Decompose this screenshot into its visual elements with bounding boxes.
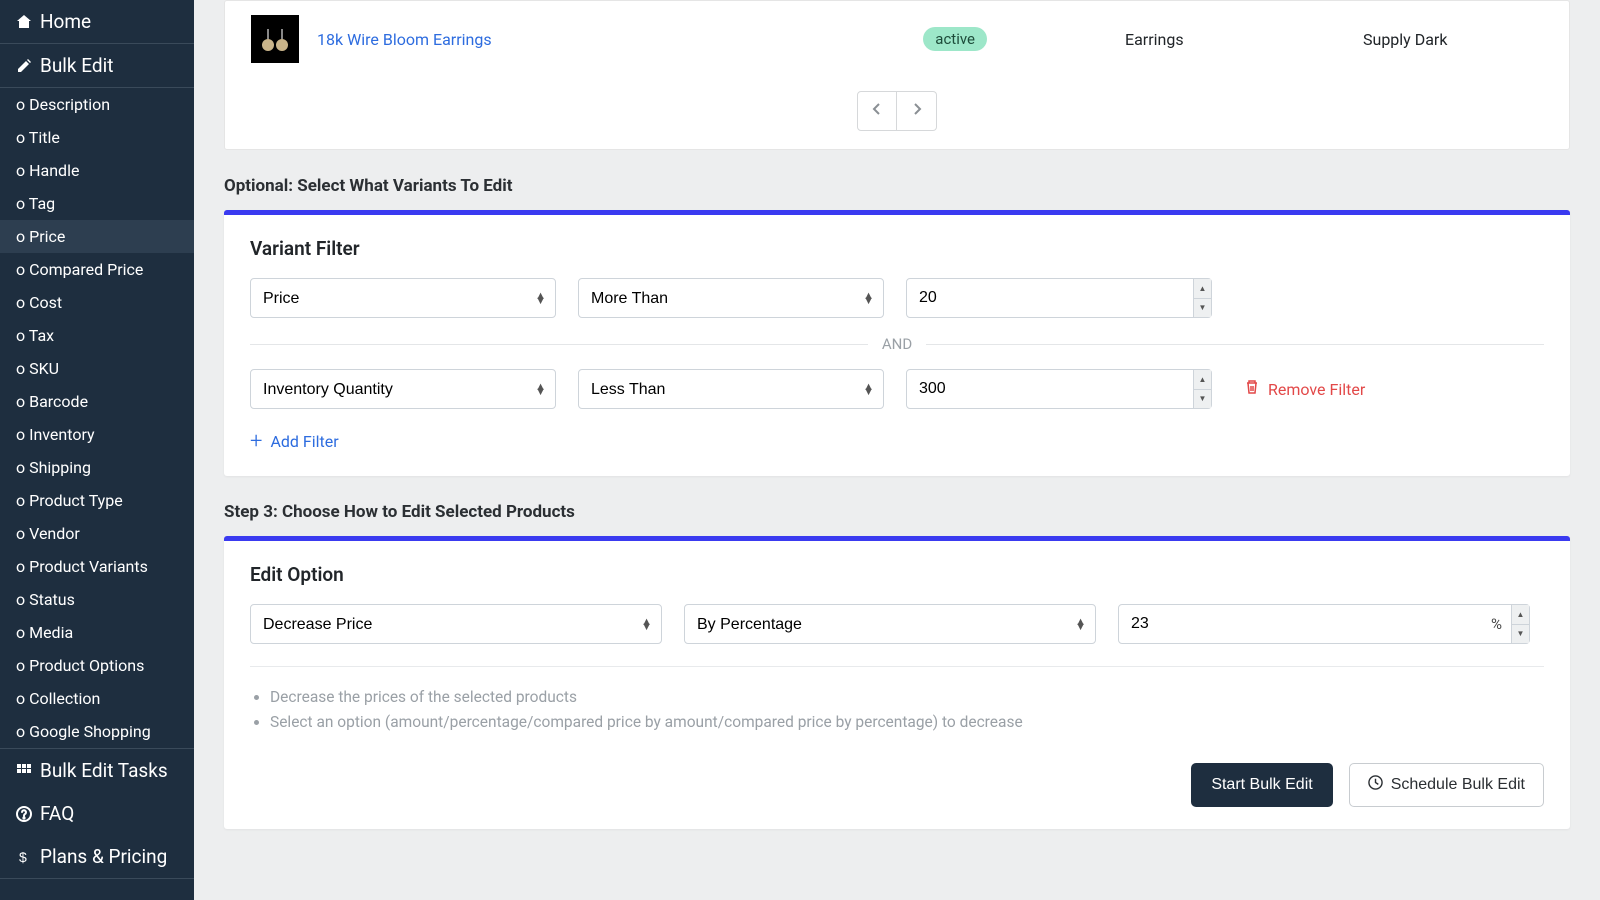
- edit-mode-select[interactable]: By Percentage: [684, 604, 1096, 644]
- product-thumbnail: [251, 15, 299, 63]
- sidebar-item-cost[interactable]: Cost: [0, 286, 194, 319]
- step-down-icon[interactable]: ▼: [1512, 625, 1529, 644]
- filter-field-select-0[interactable]: Price: [250, 278, 556, 318]
- sidebar-item-google-shopping[interactable]: Google Shopping: [0, 715, 194, 748]
- edit-row: Decrease Price ▲▼ By Percentage ▲▼ % ▲▼: [250, 604, 1544, 644]
- product-row: 18k Wire Bloom Earrings active Earrings …: [225, 1, 1569, 77]
- sidebar-item-price[interactable]: Price: [0, 220, 194, 253]
- product-title-link[interactable]: 18k Wire Bloom Earrings: [317, 30, 905, 49]
- edit-option-heading: Edit Option: [250, 563, 1544, 586]
- nav-bulk-edit-tasks-label: Bulk Edit Tasks: [40, 759, 168, 782]
- divider: [250, 666, 1544, 667]
- sidebar: Home Bulk Edit DescriptionTitleHandleTag…: [0, 0, 194, 900]
- number-stepper[interactable]: ▲▼: [1193, 279, 1211, 317]
- sidebar-item-media[interactable]: Media: [0, 616, 194, 649]
- product-card: 18k Wire Bloom Earrings active Earrings …: [224, 0, 1570, 150]
- sidebar-item-product-type[interactable]: Product Type: [0, 484, 194, 517]
- nav-home-label: Home: [40, 10, 91, 33]
- nav-bulk-edit[interactable]: Bulk Edit: [0, 43, 194, 88]
- add-filter-label: Add Filter: [270, 432, 338, 451]
- step-up-icon[interactable]: ▲: [1194, 279, 1211, 299]
- filter-row-0: Price ▲▼ More Than ▲▼ ▲▼: [250, 278, 1544, 318]
- action-bar: Start Bulk Edit Schedule Bulk Edit: [250, 763, 1544, 807]
- question-icon: [16, 806, 32, 822]
- chevron-right-icon: [912, 102, 922, 116]
- nav-home[interactable]: Home: [0, 0, 194, 43]
- sidebar-item-product-variants[interactable]: Product Variants: [0, 550, 194, 583]
- sidebar-item-tag[interactable]: Tag: [0, 187, 194, 220]
- filter-row-1: Inventory Quantity ▲▼ Less Than ▲▼ ▲▼ Re…: [250, 369, 1544, 409]
- filter-field-select-1[interactable]: Inventory Quantity: [250, 369, 556, 409]
- and-divider: AND: [250, 334, 1544, 353]
- home-icon: [16, 14, 32, 30]
- sidebar-item-sku[interactable]: SKU: [0, 352, 194, 385]
- note-item: Select an option (amount/percentage/comp…: [270, 710, 1544, 735]
- step3-label: Step 3: Choose How to Edit Selected Prod…: [224, 502, 1570, 522]
- nav-bulk-edit-label: Bulk Edit: [40, 54, 113, 77]
- filter-value-input-0[interactable]: [906, 278, 1212, 318]
- step-up-icon[interactable]: ▲: [1194, 370, 1211, 390]
- step-up-icon[interactable]: ▲: [1512, 605, 1529, 625]
- sidebar-item-description[interactable]: Description: [0, 88, 194, 121]
- add-filter-button[interactable]: + Add Filter: [250, 429, 1544, 454]
- trash-icon: [1244, 379, 1260, 399]
- schedule-bulk-edit-button[interactable]: Schedule Bulk Edit: [1349, 763, 1544, 807]
- pagination: [225, 77, 1569, 149]
- remove-filter-label: Remove Filter: [1268, 380, 1365, 399]
- sidebar-item-barcode[interactable]: Barcode: [0, 385, 194, 418]
- sidebar-item-handle[interactable]: Handle: [0, 154, 194, 187]
- chevron-left-icon: [872, 102, 882, 116]
- product-type: Earrings: [1125, 30, 1345, 49]
- step-down-icon[interactable]: ▼: [1194, 390, 1211, 409]
- number-stepper[interactable]: ▲▼: [1193, 370, 1211, 408]
- sidebar-item-collection[interactable]: Collection: [0, 682, 194, 715]
- filter-operator-select-1[interactable]: Less Than: [578, 369, 884, 409]
- number-stepper[interactable]: ▲▼: [1511, 605, 1529, 643]
- variant-section-label: Optional: Select What Variants To Edit: [224, 176, 1570, 196]
- product-vendor: Supply Dark: [1363, 30, 1543, 49]
- nav-faq-label: FAQ: [40, 802, 74, 825]
- start-bulk-edit-button[interactable]: Start Bulk Edit: [1191, 763, 1332, 807]
- and-label: AND: [868, 335, 926, 353]
- plus-icon: +: [250, 429, 262, 454]
- filter-value-input-1[interactable]: [906, 369, 1212, 409]
- dollar-icon: $: [16, 849, 32, 865]
- nav-plans-label: Plans & Pricing: [40, 845, 167, 868]
- edit-value-input[interactable]: [1118, 604, 1530, 644]
- sidebar-item-vendor[interactable]: Vendor: [0, 517, 194, 550]
- nav-bulk-edit-tasks[interactable]: Bulk Edit Tasks: [0, 749, 194, 792]
- schedule-label: Schedule Bulk Edit: [1391, 776, 1525, 794]
- remove-filter-button[interactable]: Remove Filter: [1244, 379, 1365, 399]
- edit-option-notes: Decrease the prices of the selected prod…: [250, 685, 1544, 735]
- sidebar-item-title[interactable]: Title: [0, 121, 194, 154]
- grid-icon: [16, 763, 32, 779]
- step-down-icon[interactable]: ▼: [1194, 299, 1211, 318]
- sidebar-item-product-options[interactable]: Product Options: [0, 649, 194, 682]
- sidebar-item-shipping[interactable]: Shipping: [0, 451, 194, 484]
- sidebar-item-status[interactable]: Status: [0, 583, 194, 616]
- filter-operator-select-0[interactable]: More Than: [578, 278, 884, 318]
- sidebar-item-tax[interactable]: Tax: [0, 319, 194, 352]
- sidebar-item-compared-price[interactable]: Compared Price: [0, 253, 194, 286]
- pager-next[interactable]: [897, 91, 937, 131]
- svg-text:$: $: [19, 849, 27, 865]
- edit-action-select[interactable]: Decrease Price: [250, 604, 662, 644]
- edit-option-card: Edit Option Decrease Price ▲▼ By Percent…: [224, 536, 1570, 829]
- percent-unit-label: %: [1491, 615, 1502, 633]
- variant-filter-heading: Variant Filter: [250, 237, 1544, 260]
- note-item: Decrease the prices of the selected prod…: [270, 685, 1544, 710]
- pager-prev[interactable]: [857, 91, 897, 131]
- status-badge: active: [923, 27, 987, 51]
- sidebar-item-inventory[interactable]: Inventory: [0, 418, 194, 451]
- clock-icon: [1368, 775, 1383, 795]
- nav-plans[interactable]: $ Plans & Pricing: [0, 835, 194, 879]
- edit-icon: [16, 58, 32, 74]
- nav-faq[interactable]: FAQ: [0, 792, 194, 835]
- variant-filter-card: Variant Filter Price ▲▼ More Than ▲▼ ▲▼ …: [224, 210, 1570, 476]
- main-content: 18k Wire Bloom Earrings active Earrings …: [194, 0, 1600, 900]
